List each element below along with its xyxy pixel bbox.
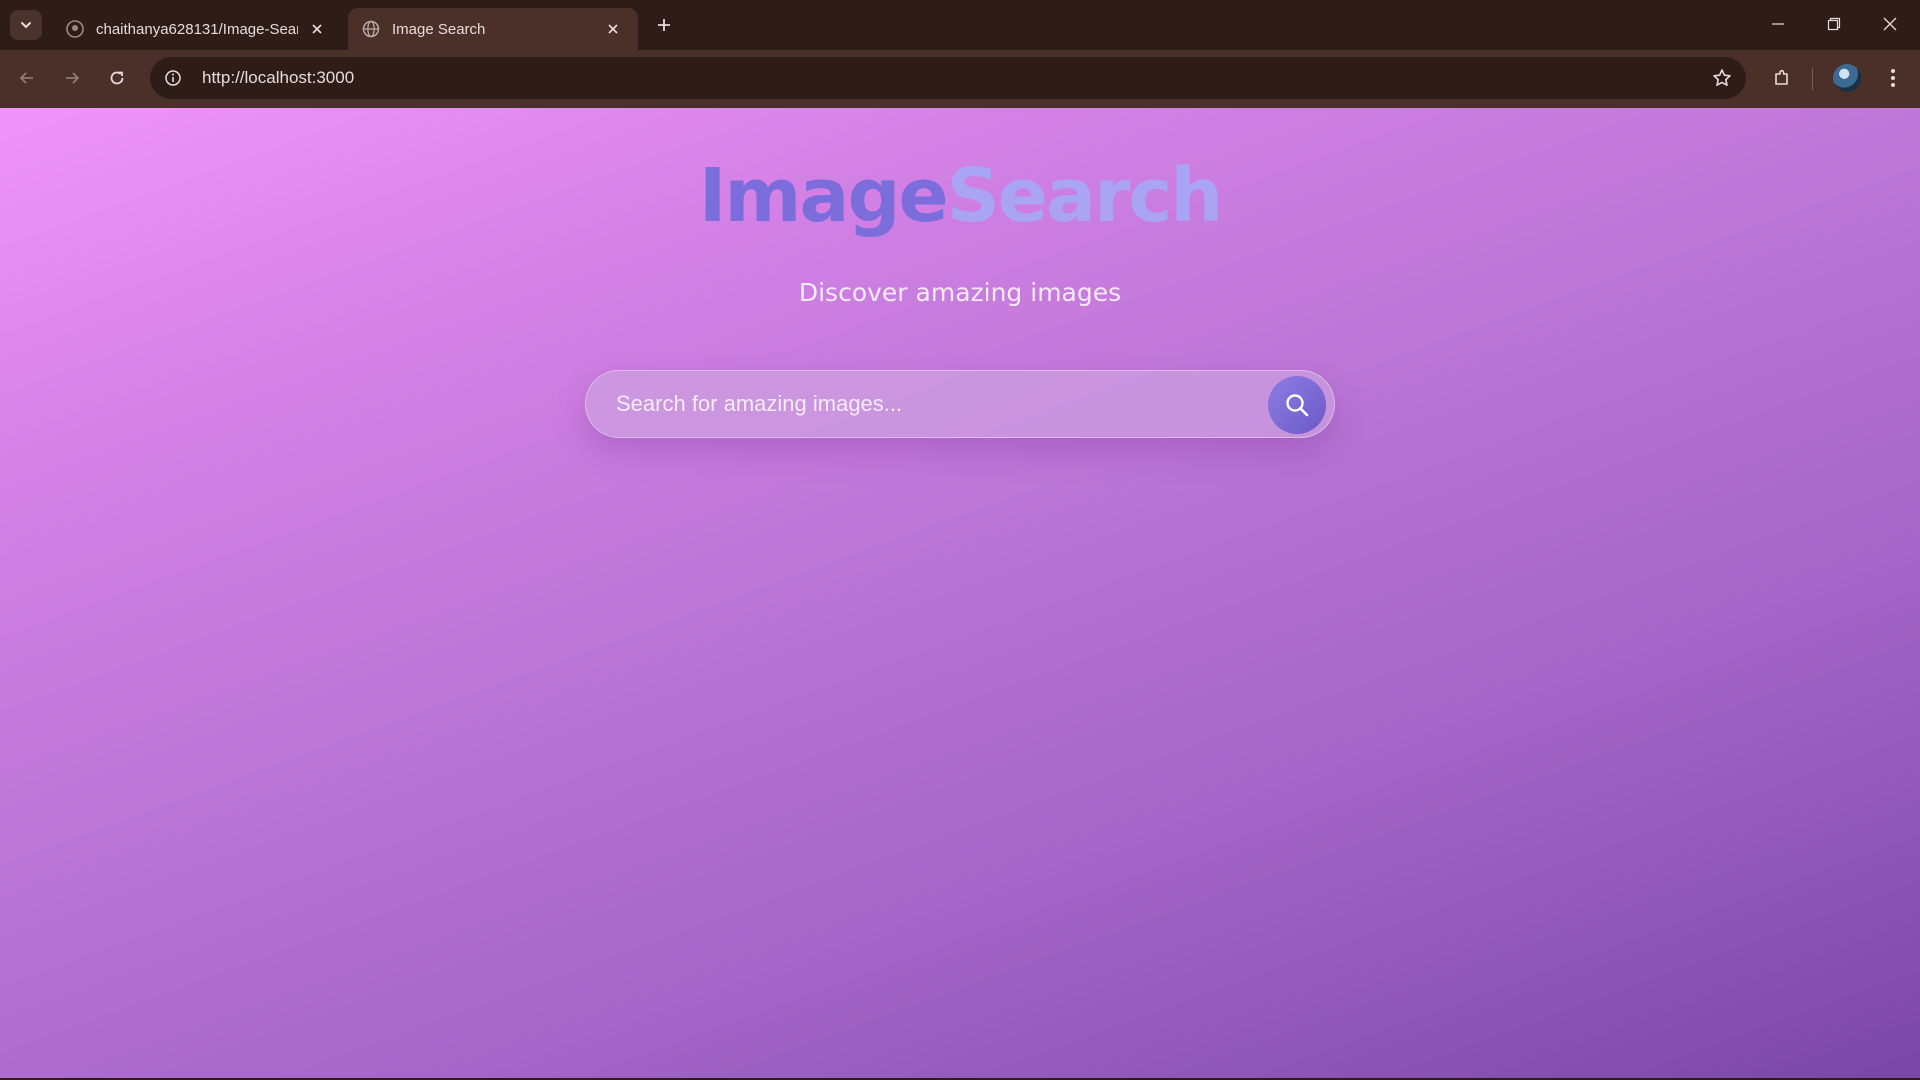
- back-button[interactable]: [10, 61, 44, 95]
- site-info-icon[interactable]: [156, 61, 190, 95]
- app-logo: ImageSearch: [0, 153, 1920, 239]
- search-icon: [1286, 394, 1309, 417]
- tab-search-button[interactable]: [10, 10, 42, 40]
- profile-avatar[interactable]: [1833, 64, 1861, 92]
- github-icon: [66, 20, 84, 38]
- reload-button[interactable]: [100, 61, 134, 95]
- search-button[interactable]: [1268, 376, 1326, 434]
- search-input[interactable]: [616, 371, 1236, 437]
- menu-button[interactable]: [1876, 61, 1910, 95]
- minimize-button[interactable]: [1750, 0, 1806, 48]
- puzzle-icon: [1775, 69, 1788, 85]
- tab-title: chaithanya628131/Image-Searc: [96, 20, 298, 38]
- close-tab-icon[interactable]: [306, 18, 328, 40]
- arrow-right-icon: [66, 72, 80, 84]
- arrow-left-icon: [19, 72, 33, 84]
- more-vert-icon: [1891, 69, 1895, 87]
- bookmark-star-icon[interactable]: [1704, 60, 1740, 96]
- tab-github[interactable]: chaithanya628131/Image-Searc: [52, 8, 342, 50]
- close-tab-icon[interactable]: [602, 18, 624, 40]
- extensions-button[interactable]: [1765, 61, 1799, 95]
- tab-title: Image Search: [392, 20, 486, 38]
- toolbar-divider: [1812, 68, 1813, 90]
- restore-icon: [1827, 17, 1841, 31]
- page-subtitle: Discover amazing images: [798, 278, 1122, 307]
- browser-toolbar: http://localhost:3000: [0, 50, 1920, 108]
- logo-part-search: Search: [946, 153, 1223, 239]
- minimize-icon: [1772, 23, 1784, 25]
- forward-button[interactable]: [55, 61, 89, 95]
- new-tab-button[interactable]: [650, 11, 678, 39]
- globe-icon: [362, 20, 380, 38]
- tab-image-search[interactable]: Image Search: [348, 8, 638, 50]
- reload-icon: [110, 71, 124, 85]
- tab-strip: chaithanya628131/Image-Searc Image Searc…: [0, 0, 1920, 50]
- close-window-button[interactable]: [1862, 0, 1918, 48]
- address-bar[interactable]: http://localhost:3000: [150, 57, 1746, 99]
- url-text[interactable]: http://localhost:3000: [202, 68, 1704, 88]
- page-viewport: ImageSearch Discover amazing images: [0, 108, 1920, 1078]
- chevron-down-icon: [21, 22, 31, 29]
- close-icon: [1883, 17, 1897, 31]
- logo-part-image: Image: [698, 153, 949, 239]
- restore-button[interactable]: [1806, 0, 1862, 48]
- plus-icon: [658, 19, 670, 31]
- search-bar: [585, 370, 1335, 438]
